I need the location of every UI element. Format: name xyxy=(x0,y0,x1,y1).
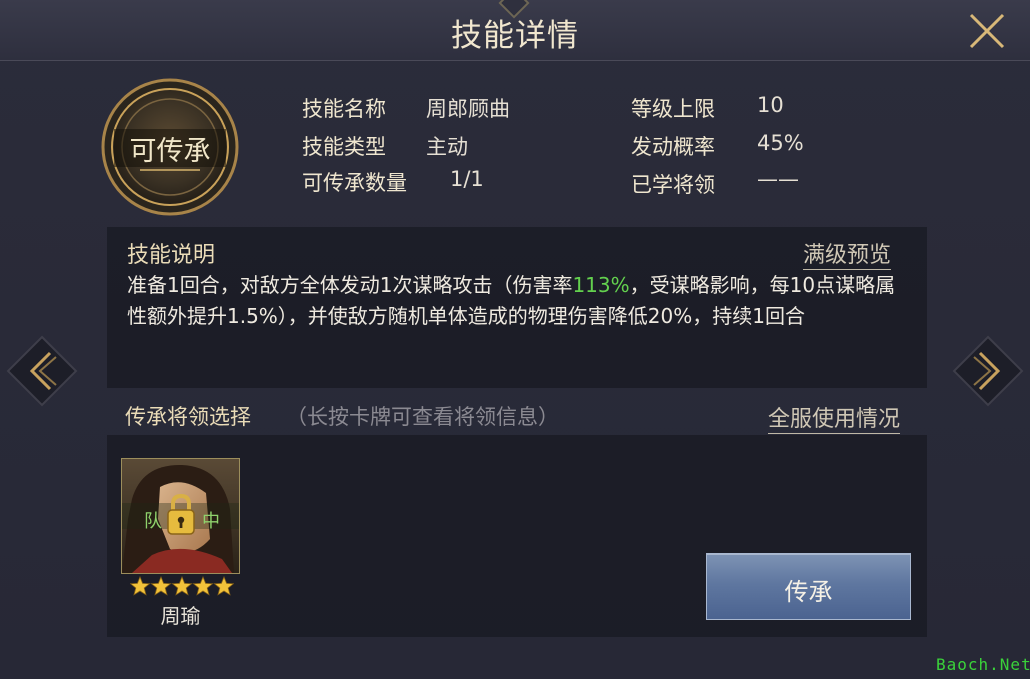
skill-type-value: 主动 xyxy=(426,135,468,159)
damage-rate-highlight: 113% xyxy=(572,273,630,297)
max-level-preview-link[interactable]: 满级预览 xyxy=(803,237,892,270)
title-bar: 技能详情 xyxy=(0,0,1030,61)
level-cap-value: 10 xyxy=(757,93,784,117)
skill-name-label: 技能名称 xyxy=(302,97,386,121)
hero-name: 周瑜 xyxy=(160,604,201,628)
hero-star-rating xyxy=(129,575,235,598)
close-button[interactable] xyxy=(966,10,1008,52)
page-title: 技能详情 xyxy=(451,18,579,54)
description-text: 准备1回合，对敌方全体发动1次谋略攻击（伤害率113%，受谋略影响，每10点谋略… xyxy=(127,270,907,332)
trigger-rate-label: 发动概率 xyxy=(631,135,715,159)
watermark: Baoch.Net xyxy=(936,655,1030,674)
padlock-icon xyxy=(167,493,195,535)
chevron-left-icon xyxy=(6,335,78,407)
card-overlay-right: 中 xyxy=(202,511,220,532)
skill-type-label: 技能类型 xyxy=(302,135,386,159)
inherit-button-label: 传承 xyxy=(784,578,833,606)
learned-generals-value: —— xyxy=(757,167,799,191)
chevron-right-icon xyxy=(952,335,1024,407)
description-title: 技能说明 xyxy=(127,243,216,268)
learned-generals-label: 已学将领 xyxy=(631,173,715,197)
level-cap-label: 等级上限 xyxy=(631,97,715,121)
skill-name-value: 周郎顾曲 xyxy=(426,97,510,121)
server-usage-link[interactable]: 全服使用情况 xyxy=(768,401,901,434)
badge-label: 可传承 xyxy=(129,136,211,167)
inheritable-badge: 可传承 xyxy=(100,77,240,217)
next-arrow-button[interactable] xyxy=(952,335,1024,407)
previous-arrow-button[interactable] xyxy=(6,335,78,407)
trigger-rate-value: 45% xyxy=(757,131,804,155)
general-selection-title: 传承将领选择 xyxy=(125,405,251,429)
card-overlay-left: 队 xyxy=(144,511,162,532)
inherit-count-value: 1/1 xyxy=(450,167,484,191)
general-selection-hint: （长按卡牌可查看将领信息） xyxy=(286,405,559,429)
inherit-count-label: 可传承数量 xyxy=(302,171,407,195)
star-icons xyxy=(129,575,235,596)
inherit-button[interactable]: 传承 xyxy=(706,553,911,620)
description-text-part1: 准备1回合，对敌方全体发动1次谋略攻击（伤害率 xyxy=(127,273,573,297)
close-icon xyxy=(969,13,1005,49)
hero-card-zhouyu[interactable]: 队 中 xyxy=(121,458,240,574)
